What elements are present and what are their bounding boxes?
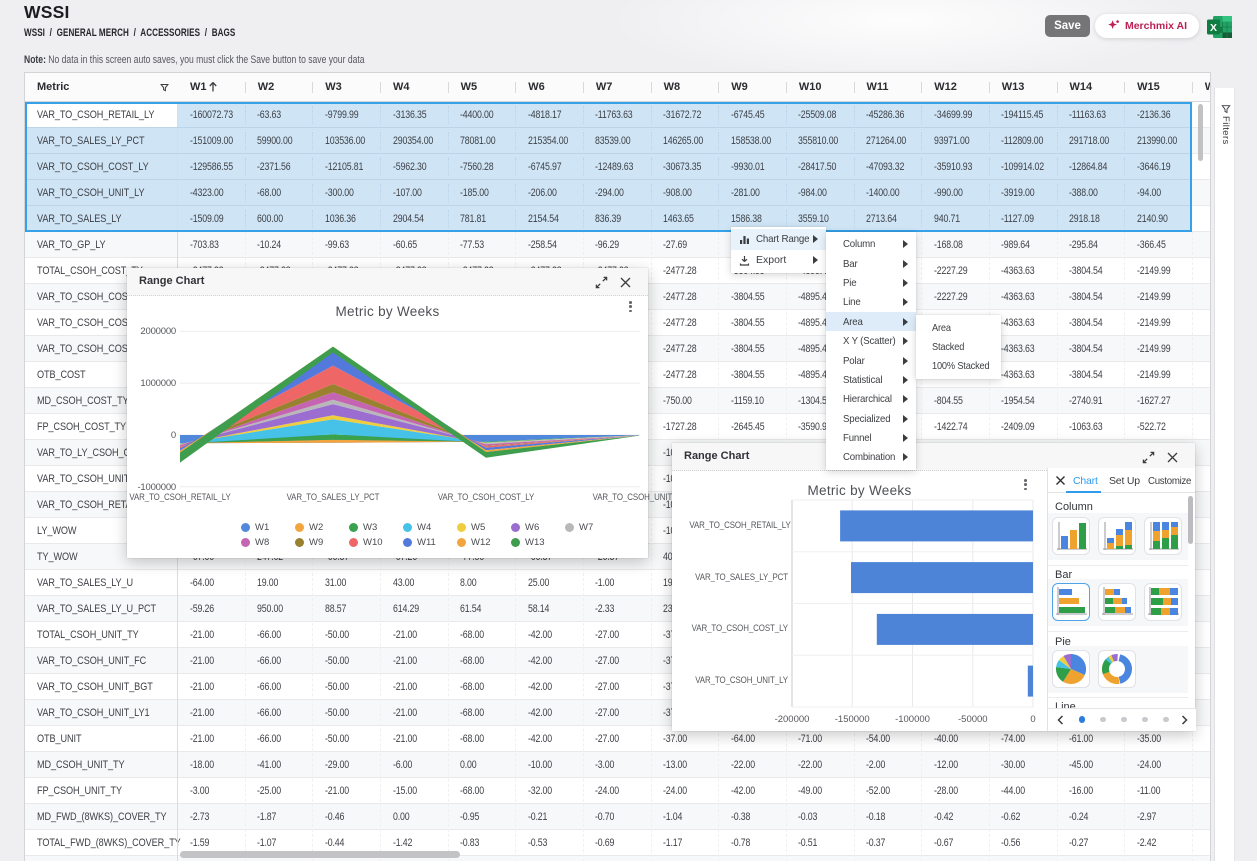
svg-text:X: X xyxy=(1210,22,1217,34)
